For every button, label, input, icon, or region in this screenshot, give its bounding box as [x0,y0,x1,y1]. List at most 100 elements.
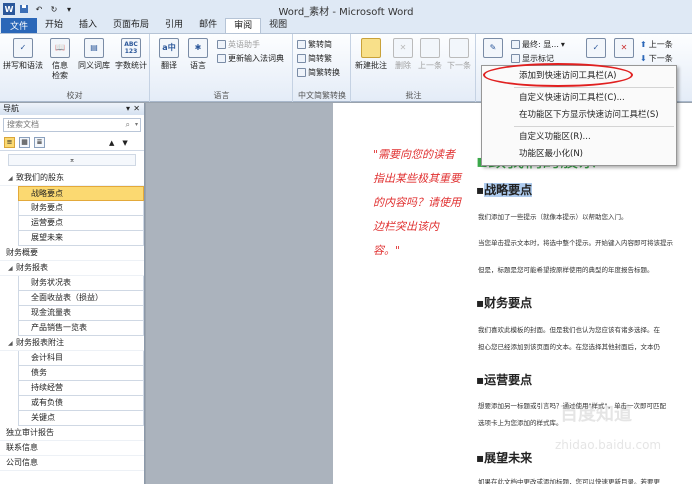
translate-button[interactable]: a中 翻译 [159,38,179,71]
tab-file[interactable]: 文件 [1,18,37,33]
paragraph[interactable]: 我们添加了一些提示（就像本提示）以帮助您入门。 [478,211,628,221]
nav-item[interactable]: 持续经营 [18,381,144,396]
nav-item[interactable]: ◢ 财务报表 [0,261,144,276]
nav-item[interactable]: 现金流量表 [18,306,144,321]
nav-item[interactable]: 财务状况表 [18,276,144,291]
chinese-conversion-group: 繁转简 简转繁 简繁转换 中文简繁转换 [294,34,351,102]
collapse-top-button[interactable]: ⌅ [8,154,136,166]
english-assistant-button[interactable]: 英语助手 [217,39,260,50]
show-markup-button[interactable]: 显示标记 [511,53,554,64]
tab-mailings[interactable]: 邮件 [191,18,225,33]
wordcount-icon: ABC 123 [121,38,141,58]
close-icon[interactable]: ✕ [133,103,140,115]
menu-minimize-ribbon[interactable]: 功能区最小化(N) [482,146,676,163]
nav-item-label: 公司信息 [6,458,38,467]
heading-finance[interactable]: ▪财务要点 [476,294,532,311]
nav-item-selected[interactable]: 战略要点 [18,186,144,201]
reject-button[interactable]: ✕ [614,38,634,61]
spelling-icon: ✓ [13,38,33,58]
search-icon[interactable]: ⌕ [126,119,130,131]
menu-show-below-ribbon[interactable]: 在功能区下方显示快速访问工具栏(S) [482,107,676,124]
next-comment-button[interactable]: 下一条 [447,38,471,71]
nav-item[interactable]: 公司信息 [0,456,144,471]
tab-references[interactable]: 引用 [157,18,191,33]
nav-item[interactable]: 关键点 [18,411,144,426]
nav-menu-icon[interactable]: ▾ [126,103,130,115]
nav-item-label: 运营要点 [31,218,63,227]
prev-comment-button[interactable]: 上一条 [418,38,442,71]
update-ime-button[interactable]: 更新输入法词典 [217,53,284,64]
spelling-button[interactable]: ✓ 拼写和语法 [3,38,43,71]
pages-view-icon[interactable]: ▦ [19,137,30,148]
nav-item[interactable]: 财务概要 [0,246,144,261]
accept-button[interactable]: ✓ [586,38,606,61]
tab-insert[interactable]: 插入 [71,18,105,33]
language-button[interactable]: ✱ 语言 [188,38,208,71]
next-heading-icon[interactable]: ▼ [122,139,127,147]
search-input[interactable]: 搜索文档 ⌕ ▾ [3,118,141,132]
menu-customize-quick-access[interactable]: 自定义快速访问工具栏(C)... [482,90,676,107]
prev-change-button[interactable]: ⬆ 上一条 [640,39,673,50]
paragraph[interactable]: 选项卡上为您添加的样式库。 [478,417,563,427]
final-display-label: 最终: 显... [522,40,559,49]
wordcount-button[interactable]: ABC 123 字数统计 [115,38,147,71]
delete-comment-button[interactable]: ✕ 删除 [393,38,413,71]
paragraph[interactable]: 如果在此文档中更改或添加标题，您可以快速更新目录。若要更 [478,476,660,484]
paragraph[interactable]: 当您单击提示文本时，将选中整个提示。开始键入内容即可将该提示 [478,237,673,247]
thesaurus-button[interactable]: ▤ 同义词库 [78,38,110,71]
menu-add-to-quick-access[interactable]: 添加到快速访问工具栏(A) [482,68,676,85]
update-ime-icon [217,54,226,63]
up-arrow-icon: ⬆ [640,40,647,49]
paragraph[interactable]: 我们喜欢此模板的封面。但是我们也认为您应该有诸多选择。在 [478,324,660,334]
thesaurus-icon: ▤ [84,38,104,58]
paragraph[interactable]: 但是，标题是您可能希望按原样使用的典型的年度报告标题。 [478,264,654,274]
nav-item-label: 展望未来 [31,233,63,242]
delete-comment-icon: ✕ [393,38,413,58]
nav-item[interactable]: 全面收益表（损益） [18,291,144,306]
tab-home[interactable]: 开始 [37,18,71,33]
nav-item[interactable]: 会计科目 [18,351,144,366]
results-view-icon[interactable]: ≣ [34,137,45,148]
nav-item[interactable]: 产品销售一览表 [18,321,144,336]
headings-view-icon[interactable]: ≡ [4,137,15,148]
nav-item-label: 会计科目 [31,353,63,362]
nav-item[interactable]: 独立审计报告 [0,426,144,441]
reject-icon: ✕ [614,38,634,58]
final-display-dropdown[interactable]: 最终: 显... ▾ [511,39,565,50]
heading-strategy[interactable]: ▪战略要点 [476,181,533,198]
nav-item[interactable]: 或有负债 [18,396,144,411]
nav-item[interactable]: 债务 [18,366,144,381]
research-button[interactable]: 📖 信息 检索 [50,38,70,81]
sidebar-quote[interactable]: "需要向您的读者指出某些极其重要的内容吗？请使用边栏突出该内容。" [373,143,463,263]
translate-icon: a中 [159,38,179,58]
convert-icon [297,68,306,77]
nav-item[interactable]: 财务要点 [18,201,144,216]
to-traditional-button[interactable]: 繁转简 [297,39,332,50]
nav-item-label: 战略要点 [31,189,63,198]
nav-item[interactable]: 展望未来 [18,231,144,246]
research-label: 信息 检索 [52,61,68,80]
tab-view[interactable]: 视图 [261,18,295,33]
heading-future-text: 展望未来 [484,451,533,465]
nav-item-label: 财务概要 [6,248,38,257]
paragraph[interactable]: 担心您已经添加到该页面的文本。在您选择其他封面后，文本仍 [478,341,660,351]
next-change-button[interactable]: ⬇ 下一条 [640,53,673,64]
to-simplified-button[interactable]: 简转繁 [297,53,332,64]
tab-page-layout[interactable]: 页面布局 [105,18,157,33]
heading-operations[interactable]: ▪运营要点 [476,371,532,388]
menu-customize-ribbon[interactable]: 自定义功能区(R)... [482,129,676,146]
search-dropdown-icon[interactable]: ▾ [135,119,138,131]
nav-item[interactable]: 运营要点 [18,216,144,231]
dropdown-arrow-icon: ▾ [560,40,565,49]
new-comment-button[interactable]: 新建批注 [355,38,387,71]
nav-item[interactable]: ◢ 财务报表附注 [0,336,144,351]
nav-item-label: 关键点 [31,413,55,422]
nav-item[interactable]: 联系信息 [0,441,144,456]
heading-future[interactable]: ▪展望未来 [476,449,532,466]
nav-item[interactable]: ◢ 致我们的股东 [0,171,144,186]
tab-review[interactable]: 审阅 [225,18,262,33]
prev-heading-icon[interactable]: ▲ [109,139,114,147]
navigation-pane: 导航 ▾ ✕ 搜索文档 ⌕ ▾ ≡ ▦ ≣ ▲ ▼ ⌅ ◢ 致我们的股东 战略要点… [0,103,145,484]
track-changes-button[interactable]: ✎ [483,38,503,61]
convert-button[interactable]: 简繁转换 [297,67,340,78]
